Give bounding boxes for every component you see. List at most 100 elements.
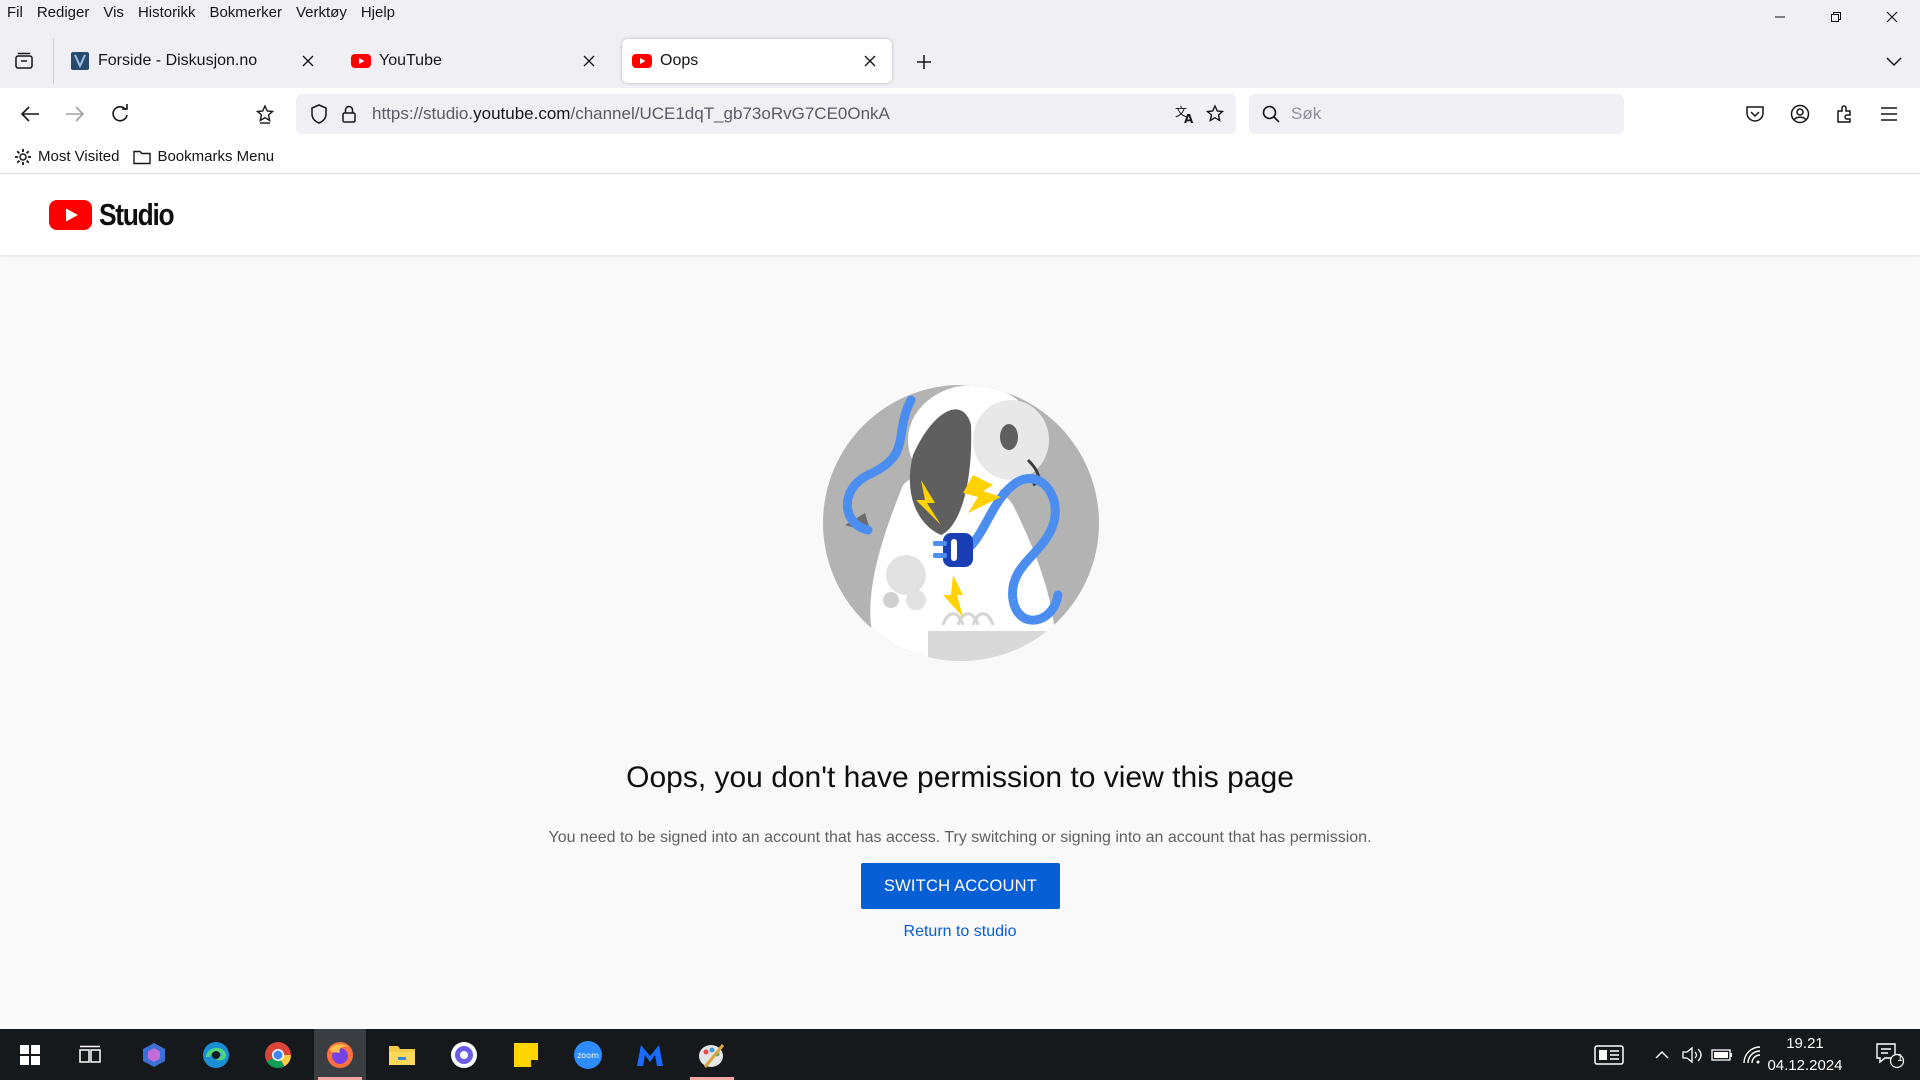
news-widget-button[interactable] — [1584, 1029, 1634, 1080]
firefox-icon — [327, 1041, 353, 1068]
menu-help[interactable]: Hjelp — [354, 0, 402, 26]
app-menu-button[interactable] — [1873, 98, 1905, 130]
chevron-up-icon — [1655, 1050, 1669, 1059]
taskbar-settings-app[interactable] — [438, 1029, 490, 1080]
tab-diskusjon[interactable]: Forside - Diskusjon.no — [60, 39, 330, 83]
forward-button[interactable] — [59, 98, 91, 130]
windows-start-icon — [20, 1044, 40, 1065]
taskbar-file-explorer[interactable] — [376, 1029, 428, 1080]
youtube-logo-icon — [49, 200, 92, 230]
svg-text:A: A — [1184, 112, 1194, 124]
translate-icon[interactable]: 文A — [1170, 99, 1200, 129]
arrow-left-icon — [20, 106, 39, 122]
search-placeholder: Søk — [1291, 104, 1322, 123]
tab-separator — [53, 38, 54, 84]
new-tab-button[interactable] — [910, 48, 938, 76]
bookmark-label: Bookmarks Menu — [157, 148, 275, 165]
start-button[interactable] — [4, 1029, 56, 1080]
taskbar: zoom 19.21 04.12.2024 1 — [0, 1029, 1920, 1080]
url-text: https://studio.youtube.com/channel/UCE1d… — [372, 104, 1170, 124]
bookmark-label: Most Visited — [38, 148, 120, 165]
taskbar-sticky-notes[interactable] — [500, 1029, 552, 1080]
bookmarks-toolbar: Most Visited Bookmarks Menu — [0, 140, 1920, 174]
youtube-icon — [632, 51, 652, 71]
search-input[interactable]: Søk — [1249, 94, 1624, 134]
page-content: Studio Oops, you don't have permission t… — [0, 175, 1920, 1029]
tab-title: Oops — [660, 52, 699, 69]
news-icon — [1594, 1044, 1624, 1065]
edge-icon — [203, 1041, 229, 1068]
switch-account-button[interactable]: SWITCH ACCOUNT — [861, 863, 1060, 909]
return-to-studio-link-text[interactable]: Return to studio — [904, 923, 1017, 940]
puzzle-icon — [1837, 105, 1851, 123]
restore-icon — [1831, 12, 1841, 22]
file-explorer-icon — [389, 1045, 415, 1065]
battery-icon — [1711, 1048, 1732, 1061]
bookmark-most-visited[interactable]: Most Visited — [0, 142, 127, 172]
tab-close-button[interactable] — [858, 49, 882, 73]
back-button[interactable] — [14, 98, 46, 130]
clock-date: 04.12.2024 — [1767, 1057, 1843, 1074]
extensions-button[interactable] — [1829, 98, 1861, 130]
tab-close-button[interactable] — [296, 49, 320, 73]
taskbar-edge[interactable] — [190, 1029, 242, 1080]
menu-history[interactable]: Historikk — [131, 0, 203, 26]
menu-edit[interactable]: Rediger — [30, 0, 97, 26]
taskbar-paint[interactable] — [686, 1029, 738, 1080]
site-bookmark-button[interactable] — [249, 98, 281, 130]
tab-list-dropdown[interactable] — [1880, 48, 1908, 76]
folder-icon — [133, 148, 152, 166]
tab-youtube[interactable]: YouTube — [341, 39, 611, 83]
chrome-icon — [265, 1041, 292, 1068]
return-to-studio-link: Return to studio — [0, 923, 1920, 941]
taskbar-zoom[interactable]: zoom — [562, 1029, 614, 1080]
search-icon — [1259, 102, 1283, 126]
taskbar-chrome[interactable] — [252, 1029, 304, 1080]
system-clock[interactable]: 19.21 04.12.2024 — [1760, 1033, 1850, 1077]
star-add-icon — [255, 104, 275, 124]
account-icon — [1790, 104, 1810, 124]
tab-close-button[interactable] — [577, 49, 601, 73]
arrow-right-icon — [66, 106, 85, 122]
youtube-icon — [351, 51, 371, 71]
gear-icon — [14, 148, 32, 166]
volume-button[interactable] — [1678, 1029, 1706, 1080]
task-view-button[interactable] — [64, 1029, 116, 1080]
clock-time: 19.21 — [1786, 1035, 1824, 1052]
task-view-icon — [79, 1045, 101, 1063]
show-hidden-icons-button[interactable] — [1648, 1029, 1676, 1080]
zoom-icon: zoom — [574, 1040, 602, 1069]
menu-tools[interactable]: Verktøy — [289, 0, 354, 26]
paint-icon — [699, 1043, 725, 1068]
taskbar-malwarebytes[interactable] — [624, 1029, 676, 1080]
settings-app-icon — [451, 1041, 477, 1068]
menu-file[interactable]: Fil — [0, 0, 30, 26]
list-all-tabs-button[interactable] — [10, 47, 38, 75]
malwarebytes-icon — [637, 1044, 663, 1066]
copilot-icon — [143, 1042, 165, 1067]
reload-button[interactable] — [104, 98, 136, 130]
studio-logo[interactable]: Studio — [49, 197, 186, 233]
menu-bookmarks[interactable]: Bokmerker — [202, 0, 289, 26]
bookmark-star-icon[interactable] — [1200, 99, 1230, 129]
unplugged-illustration — [823, 385, 1099, 661]
page-description: You need to be signed into an account th… — [548, 829, 1372, 846]
tab-oops[interactable]: Oops — [622, 39, 892, 83]
shield-icon[interactable] — [304, 99, 334, 129]
minimize-icon — [1775, 16, 1785, 18]
bookmark-menu-folder[interactable]: Bookmarks Menu — [127, 142, 282, 172]
account-button[interactable] — [1784, 98, 1816, 130]
tab-strip: Forside - Diskusjon.no YouTube Oops — [0, 26, 1920, 88]
taskbar-firefox[interactable] — [314, 1029, 366, 1080]
sticky-notes-icon — [514, 1042, 538, 1067]
pocket-icon — [1746, 106, 1764, 122]
taskbar-copilot[interactable] — [128, 1029, 180, 1080]
diskusjon-icon — [70, 51, 90, 71]
lock-icon[interactable] — [334, 99, 364, 129]
pocket-button[interactable] — [1739, 98, 1771, 130]
battery-button[interactable] — [1708, 1029, 1736, 1080]
address-bar[interactable]: https://studio.youtube.com/channel/UCE1d… — [296, 94, 1236, 134]
menu-view[interactable]: Vis — [96, 0, 131, 26]
notification-center-button[interactable]: 1 — [1866, 1029, 1914, 1080]
plus-icon — [917, 55, 931, 69]
